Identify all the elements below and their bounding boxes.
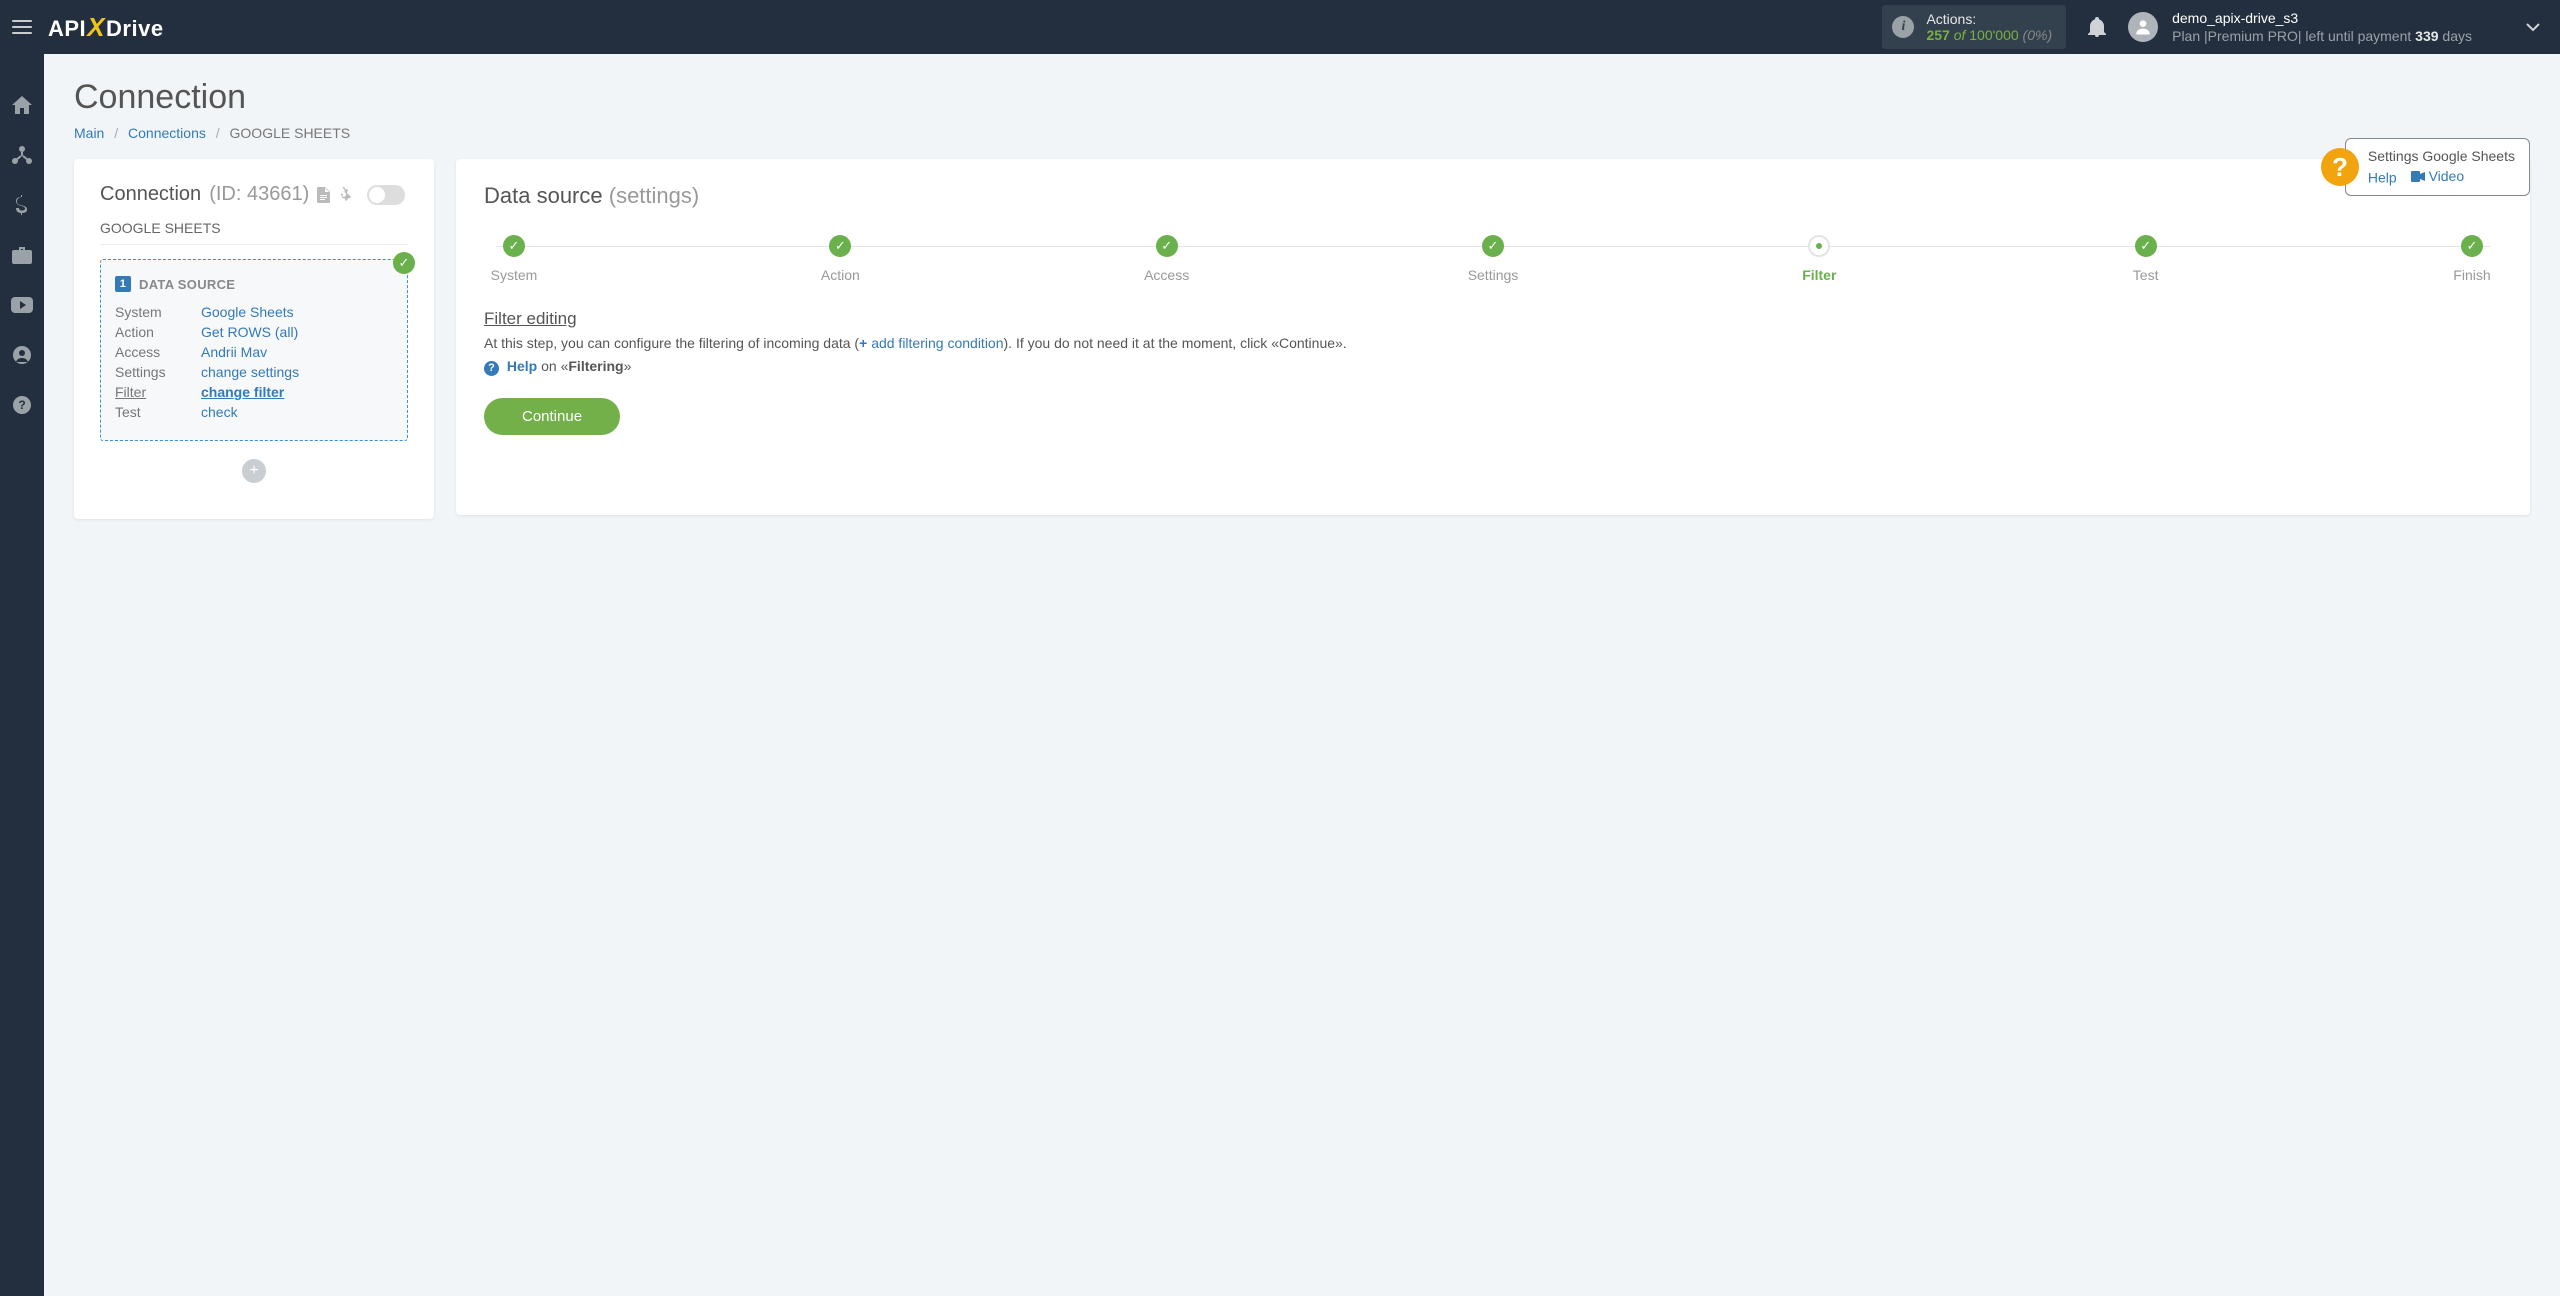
logo-x: X xyxy=(87,12,105,43)
ds-number-badge: 1 xyxy=(115,276,131,292)
help-balloon: ? Settings Google Sheets Help Video xyxy=(2321,138,2530,196)
actions-of: of xyxy=(1954,27,1966,43)
ds-k-filter: Filter xyxy=(115,384,201,400)
add-button[interactable]: + xyxy=(242,459,266,483)
ds-k-settings: Settings xyxy=(115,364,201,380)
briefcase-icon[interactable] xyxy=(11,244,33,266)
ds-header: DATA SOURCE xyxy=(139,277,235,292)
user-icon[interactable] xyxy=(11,344,33,366)
filtering-help-link[interactable]: Help xyxy=(507,358,537,374)
actions-count: 257 xyxy=(1926,27,1949,43)
actions-counter[interactable]: i Actions: 257 of 100'000 (0%) xyxy=(1882,5,2066,49)
ds-k-access: Access xyxy=(115,344,201,360)
wizard-steps: ✓System ✓Action ✓Access ✓Settings Filter ✓Tes… xyxy=(484,235,2502,283)
connection-subtitle: GOOGLE SHEETS xyxy=(100,220,408,245)
data-source-settings-card: Data source (settings) ✓System ✓Action ✓Ac… xyxy=(456,159,2530,515)
ds-v-system[interactable]: Google Sheets xyxy=(201,304,294,320)
page-title: Connection xyxy=(74,78,2530,117)
step-action[interactable]: ✓Action xyxy=(810,235,870,283)
logo[interactable]: API X Drive xyxy=(48,12,164,43)
ds-v-filter[interactable]: change filter xyxy=(201,384,284,400)
ds-v-access[interactable]: Andrii Mav xyxy=(201,344,267,360)
step-label: Access xyxy=(1144,267,1189,283)
check-icon: ✓ xyxy=(393,252,415,274)
youtube-icon[interactable] xyxy=(11,294,33,316)
logo-post: Drive xyxy=(106,16,164,42)
connection-toggle[interactable] xyxy=(367,185,405,205)
gear-icon[interactable] xyxy=(336,187,351,203)
svg-text:?: ? xyxy=(18,398,25,412)
filter-editing-text: At this step, you can configure the filt… xyxy=(484,333,2502,354)
step-finish[interactable]: ✓Finish xyxy=(2442,235,2502,283)
help-link[interactable]: Help xyxy=(2368,169,2397,185)
help-icon[interactable]: ? xyxy=(11,394,33,416)
top-header: API X Drive i Actions: 257 of 100'000 (0… xyxy=(0,0,2560,54)
help-balloon-title: Settings Google Sheets xyxy=(2368,147,2515,167)
step-label: Test xyxy=(2133,267,2159,283)
plan-line: Plan |Premium PRO| left until payment 33… xyxy=(2172,27,2472,45)
step-access[interactable]: ✓Access xyxy=(1137,235,1197,283)
help-line: ? Help on «Filtering» xyxy=(484,358,2502,376)
left-nav: ? xyxy=(0,54,44,1296)
user-menu[interactable]: demo_apix-drive_s3 Plan |Premium PRO| le… xyxy=(2128,9,2552,45)
continue-button[interactable]: Continue xyxy=(484,398,620,435)
main-content: ? Settings Google Sheets Help Video Conn… xyxy=(44,54,2560,1296)
username: demo_apix-drive_s3 xyxy=(2172,9,2472,27)
ds-v-action[interactable]: Get ROWS (all) xyxy=(201,324,298,340)
step-filter[interactable]: Filter xyxy=(1789,235,1849,283)
actions-pct: (0%) xyxy=(2023,27,2053,43)
help-balloon-box: Settings Google Sheets Help Video xyxy=(2345,138,2530,196)
chevron-down-icon xyxy=(2526,23,2540,32)
ds-v-test[interactable]: check xyxy=(201,404,238,420)
breadcrumb-main[interactable]: Main xyxy=(74,125,104,141)
add-filtering-condition-link[interactable]: + add filtering condition xyxy=(859,335,1003,351)
menu-icon[interactable] xyxy=(8,20,36,34)
connections-icon[interactable] xyxy=(11,144,33,166)
step-label: System xyxy=(491,267,538,283)
step-system[interactable]: ✓System xyxy=(484,235,544,283)
home-icon[interactable] xyxy=(11,94,33,116)
step-test[interactable]: ✓Test xyxy=(2116,235,2176,283)
video-icon xyxy=(2411,171,2425,182)
bell-icon[interactable] xyxy=(2088,17,2106,37)
ds-k-test: Test xyxy=(115,404,201,420)
question-icon[interactable]: ? xyxy=(2321,148,2359,186)
document-icon[interactable] xyxy=(317,187,330,203)
data-source-box[interactable]: ✓ 1 DATA SOURCE SystemGoogle Sheets Acti… xyxy=(100,259,408,441)
main-card-title: Data source xyxy=(484,183,603,208)
connection-id: (ID: 43661) xyxy=(209,183,309,206)
video-link[interactable]: Video xyxy=(2429,167,2465,187)
ds-k-system: System xyxy=(115,304,201,320)
breadcrumb-current: GOOGLE SHEETS xyxy=(230,125,351,141)
actions-limit: 100'000 xyxy=(1969,27,2018,43)
step-label: Action xyxy=(821,267,860,283)
main-card-subtitle: (settings) xyxy=(609,183,699,208)
info-icon: i xyxy=(1892,16,1914,38)
step-label: Settings xyxy=(1468,267,1519,283)
billing-icon[interactable] xyxy=(11,194,33,216)
actions-label: Actions: xyxy=(1926,11,2052,27)
avatar-icon xyxy=(2128,12,2158,42)
connection-card-title: Connection xyxy=(100,183,201,206)
ds-k-action: Action xyxy=(115,324,201,340)
logo-pre: API xyxy=(48,16,86,42)
connection-card: Connection (ID: 43661) GOOGLE SHEETS ✓ 1… xyxy=(74,159,434,519)
ds-v-settings[interactable]: change settings xyxy=(201,364,299,380)
breadcrumb-connections[interactable]: Connections xyxy=(128,125,206,141)
help-question-icon: ? xyxy=(484,361,499,376)
filter-editing-header: Filter editing xyxy=(484,309,2502,329)
step-label: Finish xyxy=(2453,267,2490,283)
step-settings[interactable]: ✓Settings xyxy=(1463,235,1523,283)
step-label: Filter xyxy=(1802,267,1836,283)
breadcrumb: Main / Connections / GOOGLE SHEETS xyxy=(74,125,2530,141)
